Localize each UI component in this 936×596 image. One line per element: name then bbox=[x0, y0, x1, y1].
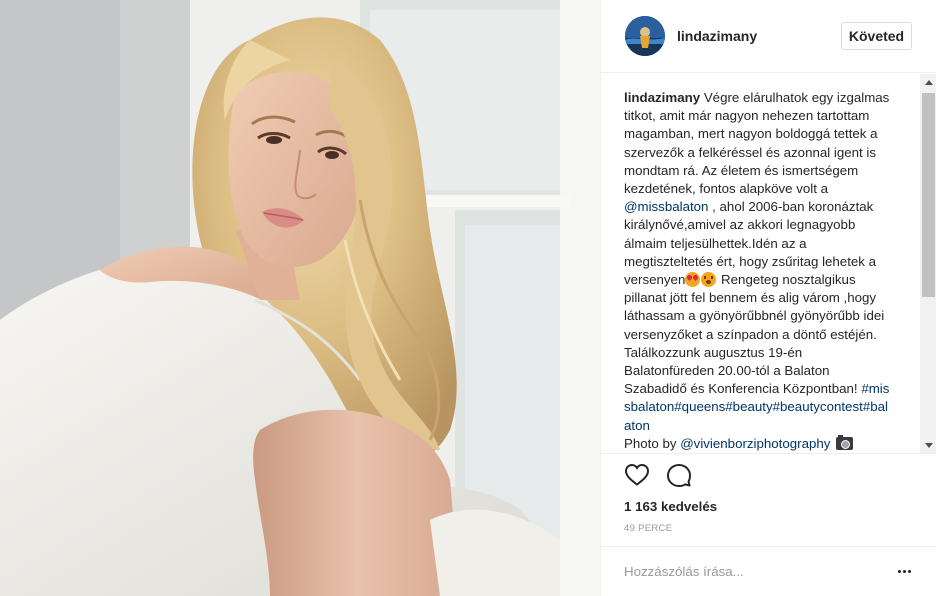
caption-text-part-3: Rengeteg nosztalgikus pillanat jött fel … bbox=[624, 272, 885, 397]
comment-button[interactable] bbox=[665, 463, 693, 489]
shocked-emoji-icon bbox=[701, 272, 717, 288]
post-timestamp[interactable]: 49 PERCE bbox=[624, 523, 672, 534]
comment-bar bbox=[601, 546, 936, 596]
photo-icon bbox=[0, 0, 600, 596]
mention-missbalaton-link[interactable]: @missbalaton bbox=[624, 199, 708, 214]
more-options-dot bbox=[907, 569, 911, 573]
likes-count[interactable]: 1 163 kedvelés bbox=[624, 499, 717, 514]
post-side-panel: lindazimany Követed lindazimany Végre el… bbox=[600, 0, 936, 596]
scroll-up-arrow-icon[interactable] bbox=[920, 74, 936, 91]
caption-scroll-area[interactable]: lindazimany Végre elárulhatok egy izgalm… bbox=[601, 74, 936, 454]
caption-username[interactable]: lindazimany bbox=[624, 90, 700, 105]
comment-icon bbox=[667, 464, 691, 487]
caption-scrollbar[interactable] bbox=[920, 74, 936, 453]
more-options-icon bbox=[897, 569, 901, 573]
following-button[interactable]: Követed bbox=[841, 22, 912, 50]
more-options-button[interactable] bbox=[894, 563, 914, 579]
photo-credit-label: Photo by bbox=[624, 435, 681, 451]
post-caption: lindazimany Végre elárulhatok egy izgalm… bbox=[624, 89, 894, 453]
scroll-down-arrow-icon[interactable] bbox=[920, 437, 936, 453]
avatar[interactable] bbox=[625, 16, 665, 56]
like-button[interactable] bbox=[623, 463, 651, 489]
camera-emoji-icon bbox=[836, 434, 854, 450]
avatar-image-icon bbox=[625, 16, 665, 56]
header-username[interactable]: lindazimany bbox=[677, 28, 757, 44]
heart-eyes-emoji-icon bbox=[685, 272, 701, 288]
caption-text-part-1: Végre elárulhatok egy izgalmas titkot, a… bbox=[624, 90, 890, 197]
comment-input[interactable] bbox=[624, 560, 884, 582]
mention-photographer-link[interactable]: @vivienborziphotography bbox=[680, 436, 830, 451]
post-header: lindazimany Követed bbox=[601, 0, 936, 73]
heart-icon bbox=[624, 463, 650, 486]
scroll-thumb[interactable] bbox=[922, 93, 935, 297]
post-photo[interactable] bbox=[0, 0, 600, 596]
more-options-dot bbox=[902, 569, 906, 573]
